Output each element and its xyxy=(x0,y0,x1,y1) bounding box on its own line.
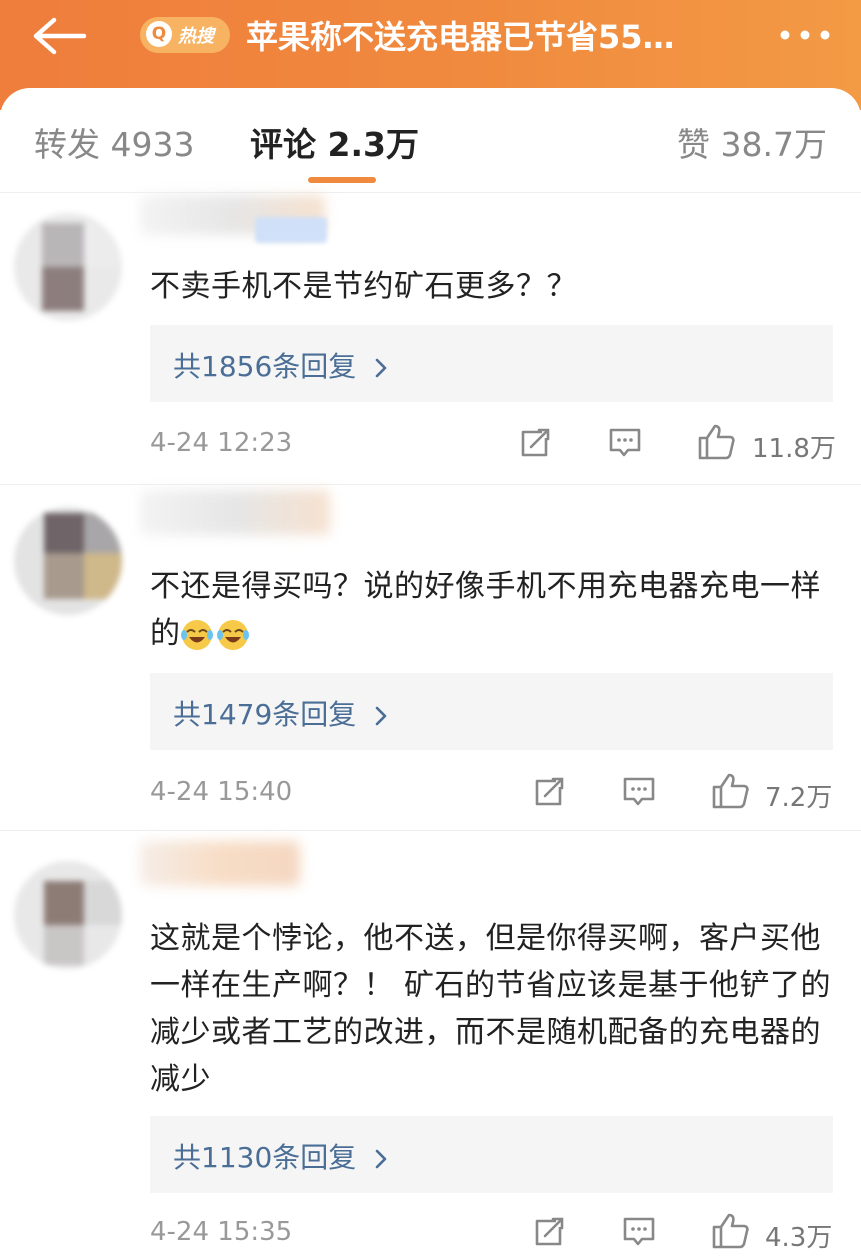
comment-text-body: 不还是得买吗？说的好像手机不用充电器充电一样的 xyxy=(150,569,821,651)
reply-button[interactable] xyxy=(622,775,656,809)
comment-item: 不还是得买吗？说的好像手机不用充电器充电一样的 共1479条回复 4-24 15… xyxy=(0,485,861,830)
like-button[interactable] xyxy=(711,1212,751,1250)
back-button[interactable] xyxy=(30,16,90,56)
comment-item: 这就是个悖论，他不送，但是你得买啊，客户买他一样在生产啊？！ 矿石的节省应该是基… xyxy=(0,831,861,1258)
more-button[interactable] xyxy=(779,24,831,46)
share-icon xyxy=(535,1217,564,1246)
comment-icon xyxy=(609,428,641,457)
like-button[interactable] xyxy=(697,423,737,461)
chevron-right-icon xyxy=(375,358,387,378)
laughing-tears-emoji xyxy=(180,618,251,652)
thumbs-up-icon xyxy=(698,424,735,460)
comment-time: 4-24 15:40 xyxy=(150,777,293,807)
reply-count-link[interactable]: 共1479条回复 xyxy=(173,693,388,733)
comment-time: 4-24 12:23 xyxy=(150,428,293,458)
hot-search-badge[interactable]: Q 热搜 xyxy=(140,17,230,53)
active-tab-indicator xyxy=(308,177,376,183)
like-button[interactable] xyxy=(711,772,751,810)
page-title: 苹果称不送充电器已节省55… xyxy=(246,18,675,56)
share-icon xyxy=(535,777,564,806)
thumbs-up-icon xyxy=(712,773,749,809)
reply-count-link[interactable]: 共1130条回复 xyxy=(173,1136,388,1176)
username[interactable] xyxy=(140,841,300,886)
comment-icon xyxy=(623,1217,655,1246)
avatar[interactable] xyxy=(14,507,122,615)
reply-count-box[interactable]: 共1856条回复 xyxy=(150,325,833,402)
tab-like[interactable]: 赞 38.7万 xyxy=(677,118,827,166)
thumbs-up-icon xyxy=(712,1213,749,1249)
avatar-image xyxy=(14,507,122,615)
user-badge xyxy=(255,217,327,243)
comment-icon xyxy=(623,777,655,806)
reply-count-box[interactable]: 共1130条回复 xyxy=(150,1116,833,1193)
hot-search-label: 热搜 xyxy=(178,26,214,47)
avatar[interactable] xyxy=(14,861,122,969)
arrow-left-icon xyxy=(33,17,87,55)
comment-text: 不卖手机不是节约矿石更多？？ xyxy=(150,269,577,304)
more-dots-icon xyxy=(780,30,830,40)
share-icon xyxy=(521,428,550,457)
search-icon: Q xyxy=(146,21,172,47)
tab-repost[interactable]: 转发 4933 xyxy=(34,118,194,166)
tab-comment[interactable]: 评论 2.3万 xyxy=(250,118,419,166)
username[interactable] xyxy=(140,490,330,535)
like-count: 4.3万 xyxy=(765,1223,833,1253)
chevron-right-icon xyxy=(375,706,387,726)
comment-text: 这就是个悖论，他不送，但是你得买啊，客户买他一样在生产啊？！ 矿石的节省应该是基… xyxy=(150,921,832,1097)
share-button[interactable] xyxy=(518,426,552,460)
comment-item: 不卖手机不是节约矿石更多？？ 共1856条回复 4-24 12:23 11.8万 xyxy=(0,195,861,485)
share-button[interactable] xyxy=(532,775,566,809)
reply-count-link[interactable]: 共1856条回复 xyxy=(173,345,388,385)
share-button[interactable] xyxy=(532,1215,566,1249)
comment-text: 不还是得买吗？说的好像手机不用充电器充电一样的 xyxy=(150,563,840,657)
reply-button[interactable] xyxy=(622,1215,656,1249)
like-count: 11.8万 xyxy=(752,434,836,464)
avatar-image xyxy=(14,861,122,969)
comment-time: 4-24 15:35 xyxy=(150,1217,293,1247)
reply-button[interactable] xyxy=(608,426,642,460)
avatar-image xyxy=(14,213,122,321)
like-count: 7.2万 xyxy=(765,783,833,813)
avatar[interactable] xyxy=(14,213,122,321)
chevron-right-icon xyxy=(375,1149,387,1169)
tab-bar: 转发 4933 评论 2.3万 赞 38.7万 xyxy=(0,88,861,193)
reply-count-box[interactable]: 共1479条回复 xyxy=(150,673,833,750)
